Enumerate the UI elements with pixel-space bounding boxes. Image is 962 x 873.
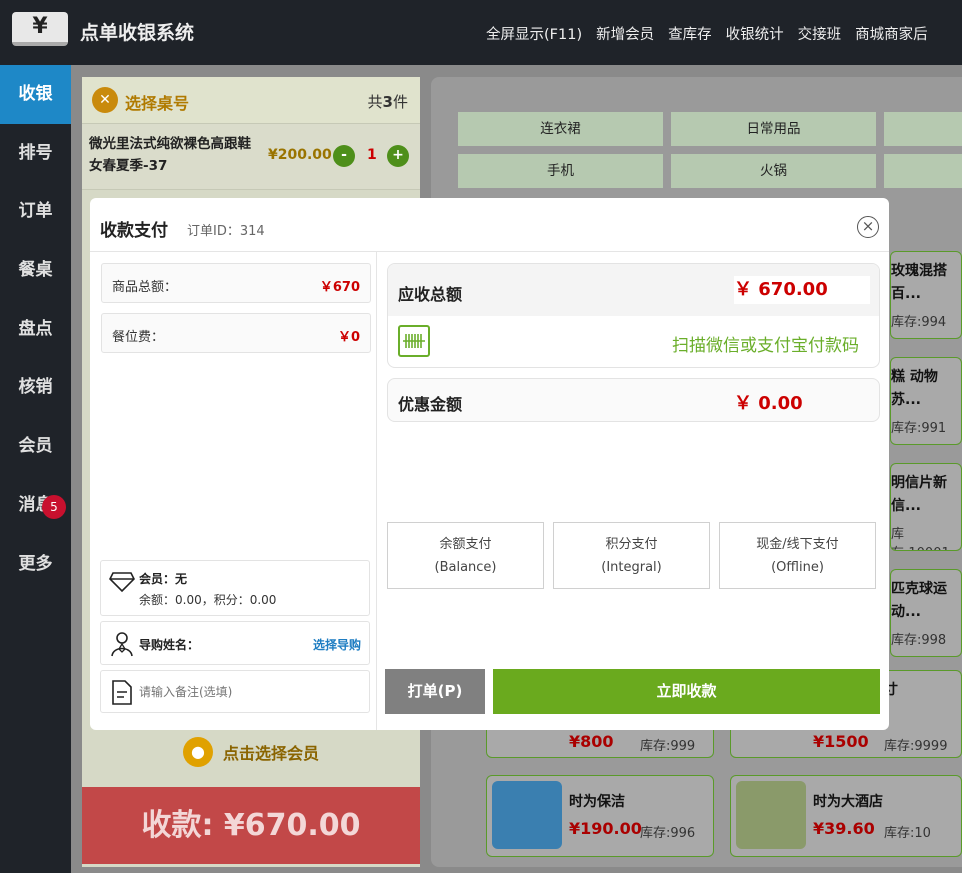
goods-total-row: 商品总额： ￥670 (101, 263, 371, 303)
modal-title: 收款支付 (100, 221, 168, 241)
cutlery-icon: ✕ (92, 87, 118, 113)
amount-due-value: ￥ 670.00 (734, 276, 870, 304)
modal-header: 收款支付 订单ID：314 × (90, 198, 889, 252)
nav-fullscreen[interactable]: 全屏显示(F11) (486, 23, 582, 44)
sidebar-item-inventory[interactable]: 盘点 (0, 300, 71, 359)
points-pay-button[interactable]: 积分支付 (Integral) (553, 522, 710, 589)
member-info[interactable]: 会员：无 余额：0.00，积分：0.00 (100, 560, 370, 616)
order-id: 订单ID：314 (187, 224, 265, 239)
product-card[interactable]: 时为保洁 ¥190.00 库存:996 (486, 775, 714, 857)
category-more-1[interactable] (884, 112, 962, 146)
product-card[interactable]: 玫瑰混搭百... 库存:994 (890, 251, 962, 339)
product-card[interactable]: 明信片新信... 库存:10001 (890, 463, 962, 551)
nav-shift[interactable]: 交接班 (798, 23, 842, 44)
qty-value: 1 (367, 147, 377, 163)
nav-cash-stats[interactable]: 收银统计 (726, 23, 784, 44)
product-card[interactable]: 糕 动物苏... 库存:991 (890, 357, 962, 445)
qty-minus-button[interactable]: - (333, 145, 355, 167)
amount-due-row: 应收总额 ￥ 670.00 (388, 264, 879, 316)
product-card[interactable]: 时为大酒店 ¥39.60 库存:10 (730, 775, 962, 857)
print-button[interactable]: 打单(P) (385, 669, 485, 714)
discount-value: ￥ 0.00 (734, 393, 803, 414)
qty-plus-button[interactable]: + (387, 145, 409, 167)
sidebar-item-members[interactable]: 会员 (0, 417, 71, 476)
cart-header[interactable]: ✕ 选择桌号 共3件 (82, 77, 420, 124)
diamond-icon (109, 572, 135, 593)
logo-icon: ¥ (12, 12, 68, 46)
order-summary: 商品总额： ￥670 餐位费： ￥0 会员：无 余额：0.00，积分：0.00 … (90, 252, 377, 730)
app-title: 点单收银系统 (80, 22, 195, 44)
barcode-icon (398, 325, 430, 357)
message-badge: 5 (42, 494, 66, 519)
user-icon: ● (182, 737, 213, 767)
payment-modal: 收款支付 订单ID：314 × 商品总额： ￥670 餐位费： ￥0 会员：无 … (90, 198, 889, 730)
cart-item[interactable]: 微光里法式纯欲裸色高跟鞋女春夏季-37 ¥200.00 - 1 + (82, 124, 420, 190)
guide-row: 导购姓名： 选择导购 (100, 621, 370, 665)
document-icon (112, 680, 132, 705)
nav-mall-admin[interactable]: 商城商家后 (855, 23, 928, 44)
category-phone[interactable]: 手机 (458, 154, 663, 188)
product-card[interactable]: 匹克球运动... 库存:998 (890, 569, 962, 657)
checkout-button[interactable]: 收款: ¥670.00 (82, 787, 420, 864)
member-label: 会员：无 (139, 572, 188, 586)
select-member-button[interactable]: ● 点击选择会员 (82, 737, 420, 779)
sidebar-item-orders[interactable]: 订单 (0, 182, 71, 241)
category-dress[interactable]: 连衣裙 (458, 112, 663, 146)
sidebar-item-tables[interactable]: 餐桌 (0, 241, 71, 300)
remark-input[interactable] (139, 681, 359, 703)
scan-prompt: 扫描微信或支付宝付款码 (672, 336, 859, 356)
nav-add-member[interactable]: 新增会员 (596, 23, 654, 44)
seat-fee-row: 餐位费： ￥0 (101, 313, 371, 353)
sidebar-item-messages[interactable]: 消息 5 (0, 476, 71, 535)
cart-count: 共3件 (367, 93, 408, 111)
cart-item-name: 微光里法式纯欲裸色高跟鞋女春夏季-37 (89, 136, 251, 174)
remark-row[interactable] (100, 670, 370, 713)
close-icon[interactable]: × (857, 216, 879, 238)
select-table[interactable]: 选择桌号 (125, 90, 189, 114)
nav-stock[interactable]: 查库存 (668, 23, 712, 44)
cart-item-price: ¥200.00 (268, 147, 332, 163)
category-daily[interactable]: 日常用品 (671, 112, 876, 146)
category-more-2[interactable] (884, 154, 962, 188)
select-guide-link[interactable]: 选择导购 (313, 636, 361, 653)
amount-due-box: 应收总额 ￥ 670.00 扫描微信或支付宝付款码 (387, 263, 880, 368)
balance-pay-button[interactable]: 余额支付 (Balance) (387, 522, 544, 589)
category-hotpot[interactable]: 火锅 (671, 154, 876, 188)
scan-row[interactable]: 扫描微信或支付宝付款码 (388, 316, 879, 367)
offline-pay-button[interactable]: 现金/线下支付 (Offline) (719, 522, 876, 589)
sidebar-item-verify[interactable]: 核销 (0, 358, 71, 417)
top-nav: 全屏显示(F11) 新增会员 查库存 收银统计 交接班 商城商家后 (486, 23, 942, 44)
person-icon (111, 632, 133, 657)
sidebar-item-more[interactable]: 更多 (0, 535, 71, 594)
member-detail: 余额：0.00，积分：0.00 (139, 593, 277, 607)
top-bar: ¥ 点单收银系统 全屏显示(F11) 新增会员 查库存 收银统计 交接班 商城商… (0, 0, 962, 65)
sidebar-item-cashier[interactable]: 收银 (0, 65, 71, 124)
sidebar-item-queue[interactable]: 排号 (0, 124, 71, 183)
guide-label: 导购姓名： (139, 638, 200, 652)
collect-now-button[interactable]: 立即收款 (493, 669, 880, 714)
product-image (736, 781, 806, 849)
sidebar: 收银 排号 订单 餐桌 盘点 核销 会员 消息 5 更多 (0, 65, 71, 873)
product-image (492, 781, 562, 849)
discount-row: 优惠金额 ￥ 0.00 (387, 378, 880, 422)
